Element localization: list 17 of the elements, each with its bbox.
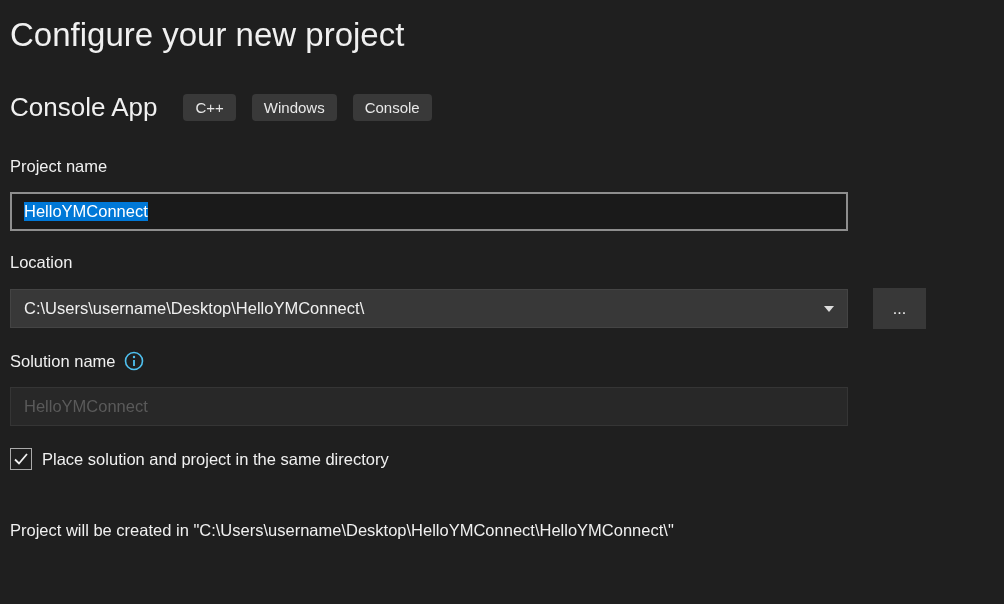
template-name: Console App bbox=[10, 92, 158, 123]
browse-button[interactable]: ... bbox=[873, 288, 926, 329]
caret-icon bbox=[824, 305, 834, 312]
output-path-text: Project will be created in "C:\Users\username\Desktop\HelloYMConnect\HelloYMConnect\" bbox=[10, 521, 675, 540]
checkbox[interactable] bbox=[10, 448, 32, 470]
tag-badge: Console bbox=[352, 94, 432, 121]
dropdown-field[interactable]: C:\Users\username\Desktop\HelloYMConnect\ bbox=[10, 289, 848, 328]
checkmark-icon bbox=[13, 452, 29, 466]
checkbox-label: Place solution and project in the same directory bbox=[42, 449, 389, 469]
page-title: Configure your new project bbox=[10, 16, 406, 54]
field-label: Project name bbox=[10, 157, 108, 176]
tag-badge: Windows bbox=[251, 94, 337, 121]
text-field[interactable]: HelloYMConnect bbox=[10, 192, 848, 231]
field-label: Location bbox=[10, 253, 73, 272]
field-label: Solution name bbox=[10, 351, 116, 371]
tag-badge: C++ bbox=[183, 94, 236, 121]
info-icon[interactable] bbox=[123, 351, 144, 371]
